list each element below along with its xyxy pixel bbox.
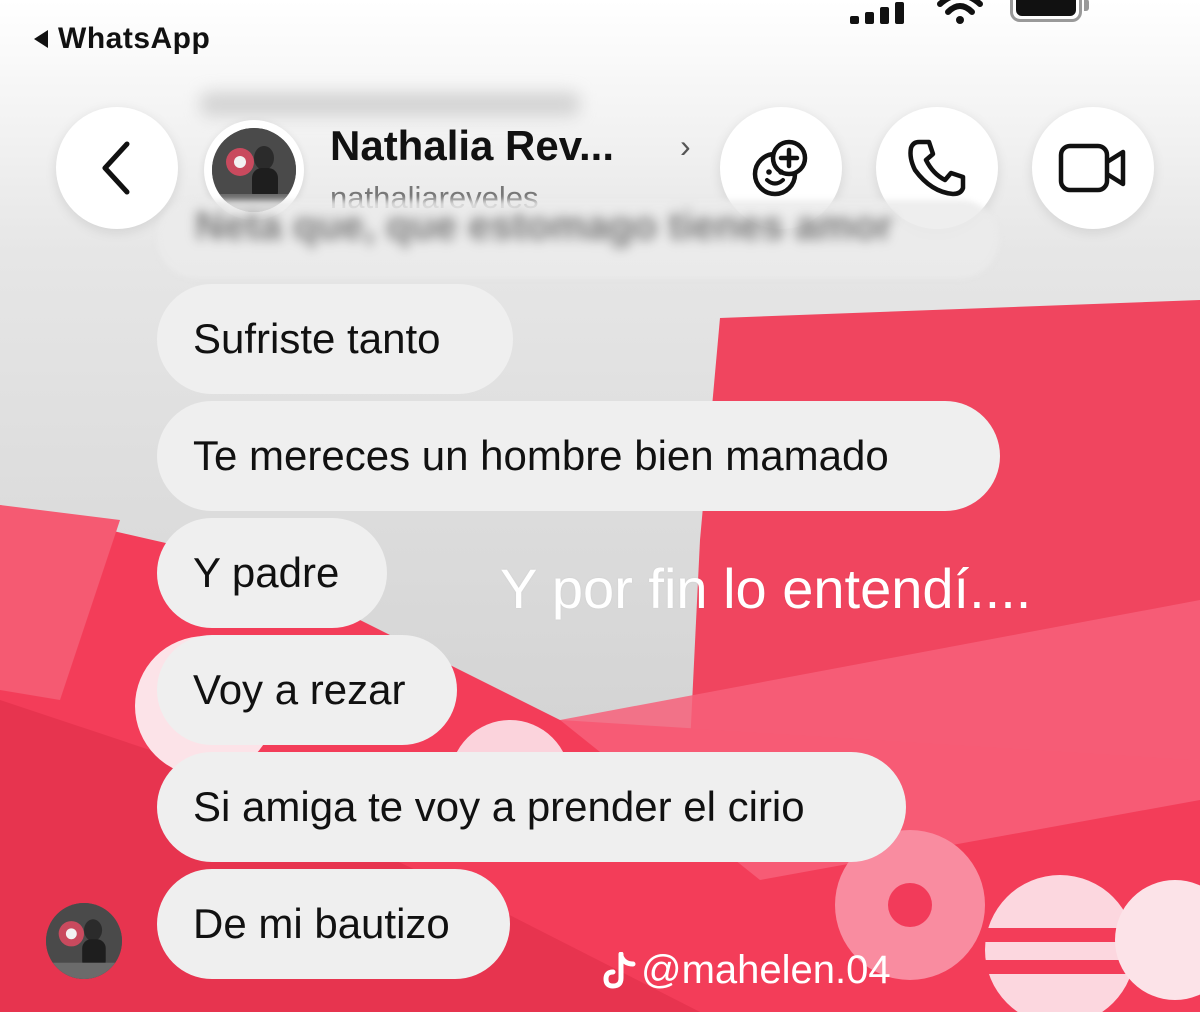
- message-text: Y padre: [193, 549, 340, 596]
- message-bubble[interactable]: De mi bautizo: [157, 869, 510, 979]
- message-bubble[interactable]: Te mereces un hombre bien mamado: [157, 401, 1000, 511]
- message-text: Sufriste tanto: [193, 315, 441, 362]
- back-button[interactable]: [56, 107, 178, 229]
- faded-header-shadow: [200, 92, 580, 116]
- tiktok-watermark: @mahelen.04: [603, 948, 891, 993]
- video-camera-icon: [1058, 143, 1126, 193]
- back-triangle-icon: [34, 30, 48, 48]
- phone-icon: [908, 139, 966, 197]
- tiktok-icon: [603, 951, 636, 989]
- overlay-caption: Y por fin lo entendí....: [500, 557, 1032, 620]
- back-to-app-link[interactable]: WhatsApp: [34, 22, 210, 56]
- faded-message-text: Neta que, que estomago tienes amor: [195, 204, 893, 248]
- people-plus-icon: [752, 139, 808, 197]
- sender-avatar-photo: [46, 903, 122, 979]
- status-bar: WhatsApp: [0, 0, 1200, 60]
- message-bubble[interactable]: Sufriste tanto: [157, 284, 513, 394]
- contact-name[interactable]: Nathalia Rev...: [330, 122, 614, 170]
- faded-previous-message: Neta que, que estomago tienes amor: [157, 200, 999, 278]
- message-text: De mi bautizo: [193, 900, 450, 947]
- battery-icon: [1010, 0, 1089, 22]
- message-bubble[interactable]: Voy a rezar: [157, 635, 457, 745]
- video-call-button[interactable]: [1032, 107, 1154, 229]
- message-bubble[interactable]: Si amiga te voy a prender el cirio: [157, 752, 906, 862]
- cellular-signal-icon: [850, 2, 904, 24]
- message-text: Voy a rezar: [193, 666, 406, 713]
- message-bubble[interactable]: Y padre: [157, 518, 387, 628]
- message-text: Te mereces un hombre bien mamado: [193, 432, 889, 479]
- wifi-icon: [937, 0, 983, 24]
- watermark-handle: @mahelen.04: [641, 948, 891, 992]
- chevron-left-icon: [102, 141, 130, 195]
- back-app-label: WhatsApp: [58, 22, 211, 55]
- message-text: Si amiga te voy a prender el cirio: [193, 783, 805, 830]
- contact-chevron-icon[interactable]: ›: [680, 128, 691, 165]
- sender-avatar[interactable]: [46, 903, 122, 979]
